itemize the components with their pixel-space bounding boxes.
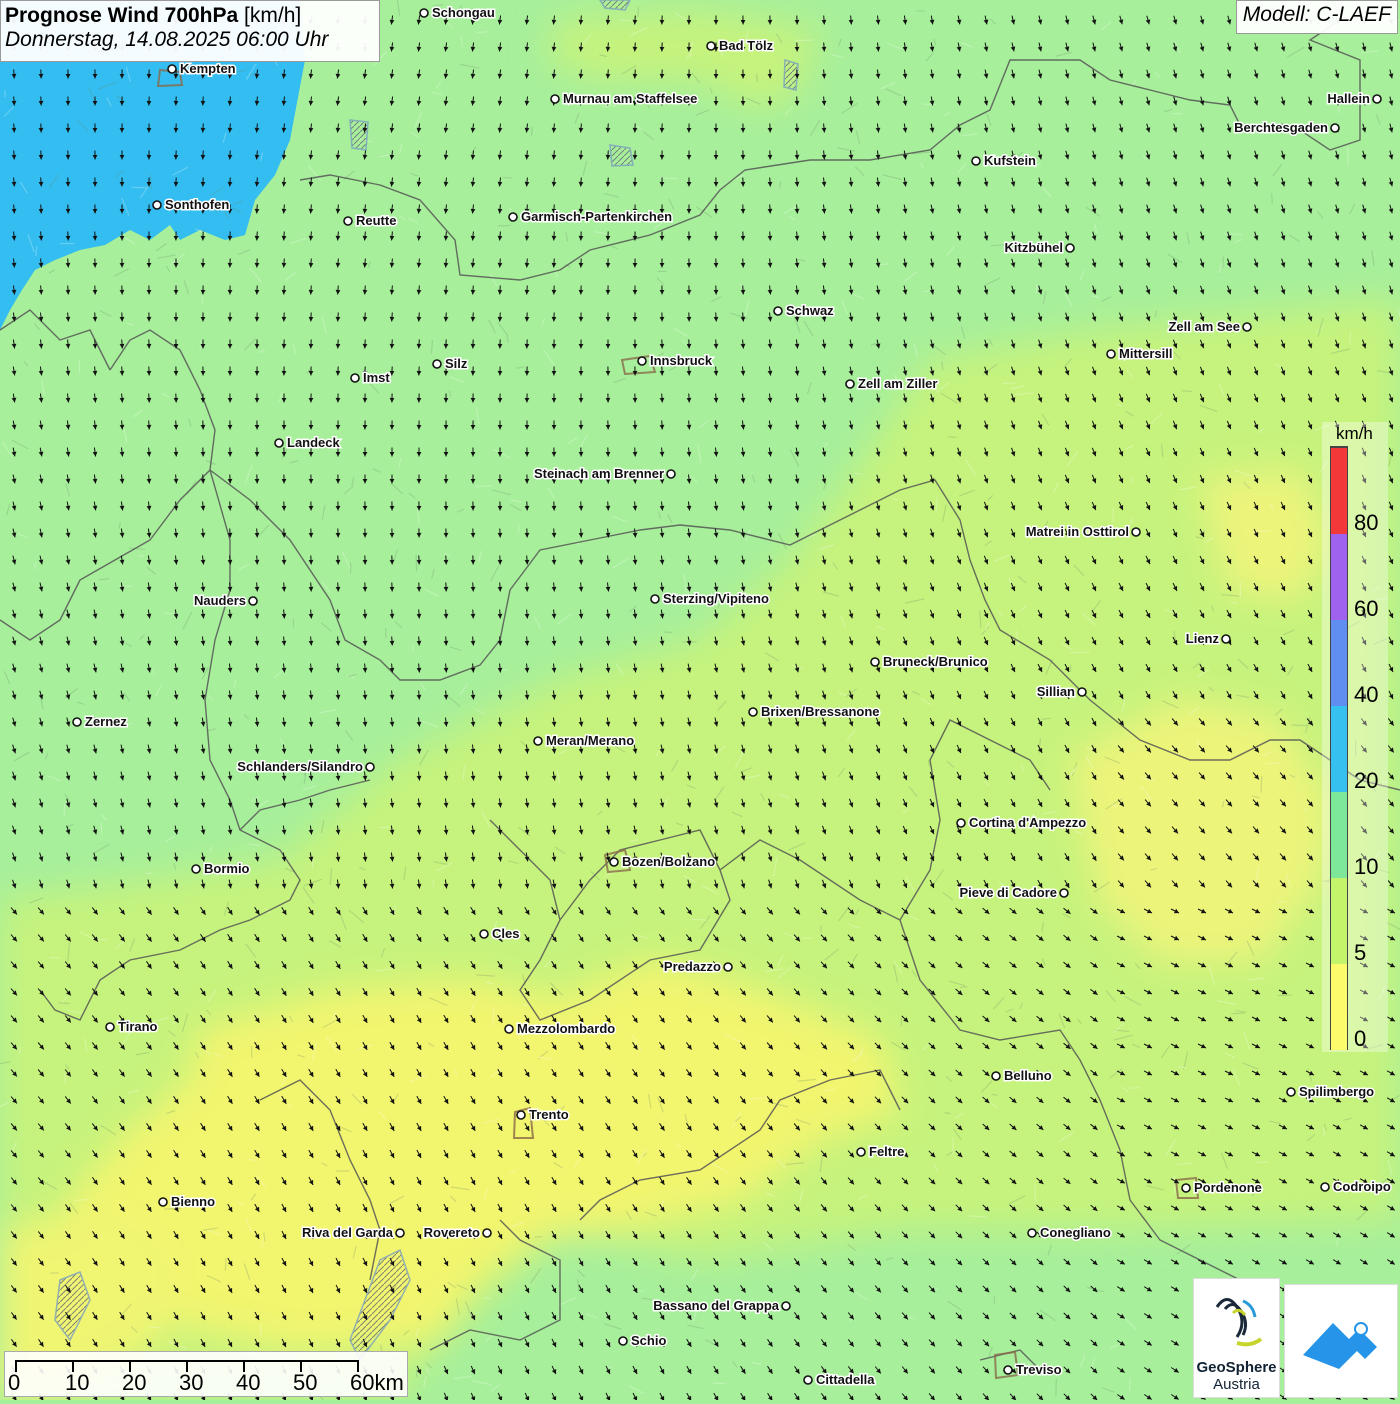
wind-map: SchongauBad TölzKemptenMurnau am Staffel… <box>0 0 1400 1400</box>
